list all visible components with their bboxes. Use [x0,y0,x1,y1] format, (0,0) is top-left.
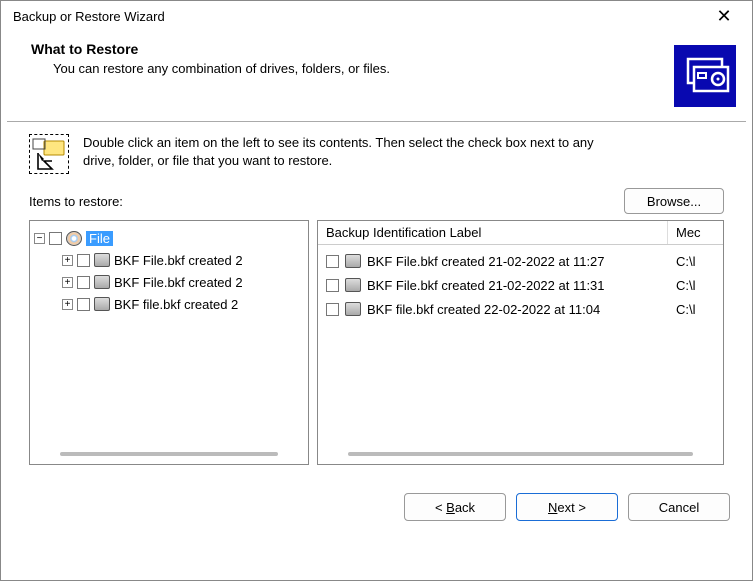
tree-item-label[interactable]: BKF File.bkf created 2 [114,275,243,290]
backup-file-icon [345,302,361,316]
media-icon [66,231,82,246]
backup-file-icon [345,278,361,292]
expand-toggle[interactable]: − [34,233,45,244]
expand-toggle[interactable]: + [62,255,73,266]
back-button[interactable]: < Back [404,493,506,521]
instruction-text: Double click an item on the left to see … [83,134,603,170]
tree-checkbox[interactable] [77,298,90,311]
instruction-icon [29,134,69,174]
list-item-location: C:\l [668,278,723,293]
backup-file-icon [94,275,110,289]
backup-file-icon [94,297,110,311]
items-to-restore-label: Items to restore: [29,194,123,209]
list-item-location: C:\l [668,254,723,269]
tree-item-label[interactable]: BKF file.bkf created 2 [114,297,238,312]
cancel-button[interactable]: Cancel [628,493,730,521]
horizontal-scrollbar[interactable] [348,452,693,456]
tree-checkbox[interactable] [77,254,90,267]
list-row: BKF file.bkf created 22-02-2022 at 11:04… [318,297,723,321]
list-item-label[interactable]: BKF File.bkf created 21-02-2022 at 11:27 [367,254,605,269]
tree-root-label[interactable]: File [86,231,113,246]
list-header: Backup Identification Label Mec [318,221,723,245]
expand-toggle[interactable]: + [62,299,73,310]
wizard-footer: < Back Next > Cancel [1,475,752,521]
list-row: BKF File.bkf created 21-02-2022 at 11:27… [318,249,723,273]
tree-item: + BKF file.bkf created 2 [62,293,304,315]
wizard-banner-icon [674,45,736,107]
tree-item: + BKF File.bkf created 2 [62,249,304,271]
backup-file-icon [345,254,361,268]
list-panel[interactable]: Backup Identification Label Mec BKF File… [317,220,724,465]
list-checkbox[interactable] [326,255,339,268]
list-row: BKF File.bkf created 21-02-2022 at 11:31… [318,273,723,297]
tree-checkbox[interactable] [77,276,90,289]
tree-item-label[interactable]: BKF File.bkf created 2 [114,253,243,268]
page-title: What to Restore [31,41,734,57]
window-title: Backup or Restore Wizard [13,9,165,24]
page-subtitle: You can restore any combination of drive… [53,61,734,76]
tree-panel[interactable]: − File + BKF File.bkf created 2 + [29,220,309,465]
wizard-header: What to Restore You can restore any comb… [1,31,752,121]
backup-file-icon [94,253,110,267]
list-checkbox[interactable] [326,303,339,316]
list-checkbox[interactable] [326,279,339,292]
titlebar: Backup or Restore Wizard ✕ [1,1,752,31]
content-area: Double click an item on the left to see … [1,122,752,475]
column-header-media[interactable]: Mec [668,225,723,240]
next-button[interactable]: Next > [516,493,618,521]
column-header-label[interactable]: Backup Identification Label [318,221,668,244]
expand-toggle[interactable]: + [62,277,73,288]
list-item-label[interactable]: BKF File.bkf created 21-02-2022 at 11:31 [367,278,605,293]
tree-root: − File [34,227,304,249]
browse-button[interactable]: Browse... [624,188,724,214]
list-item-location: C:\l [668,302,723,317]
tree-item: + BKF File.bkf created 2 [62,271,304,293]
restore-panels: − File + BKF File.bkf created 2 + [29,220,724,465]
instruction-row: Double click an item on the left to see … [29,134,724,174]
close-button[interactable]: ✕ [704,1,744,31]
horizontal-scrollbar[interactable] [60,452,278,456]
tree-checkbox[interactable] [49,232,62,245]
list-item-label[interactable]: BKF file.bkf created 22-02-2022 at 11:04 [367,302,600,317]
